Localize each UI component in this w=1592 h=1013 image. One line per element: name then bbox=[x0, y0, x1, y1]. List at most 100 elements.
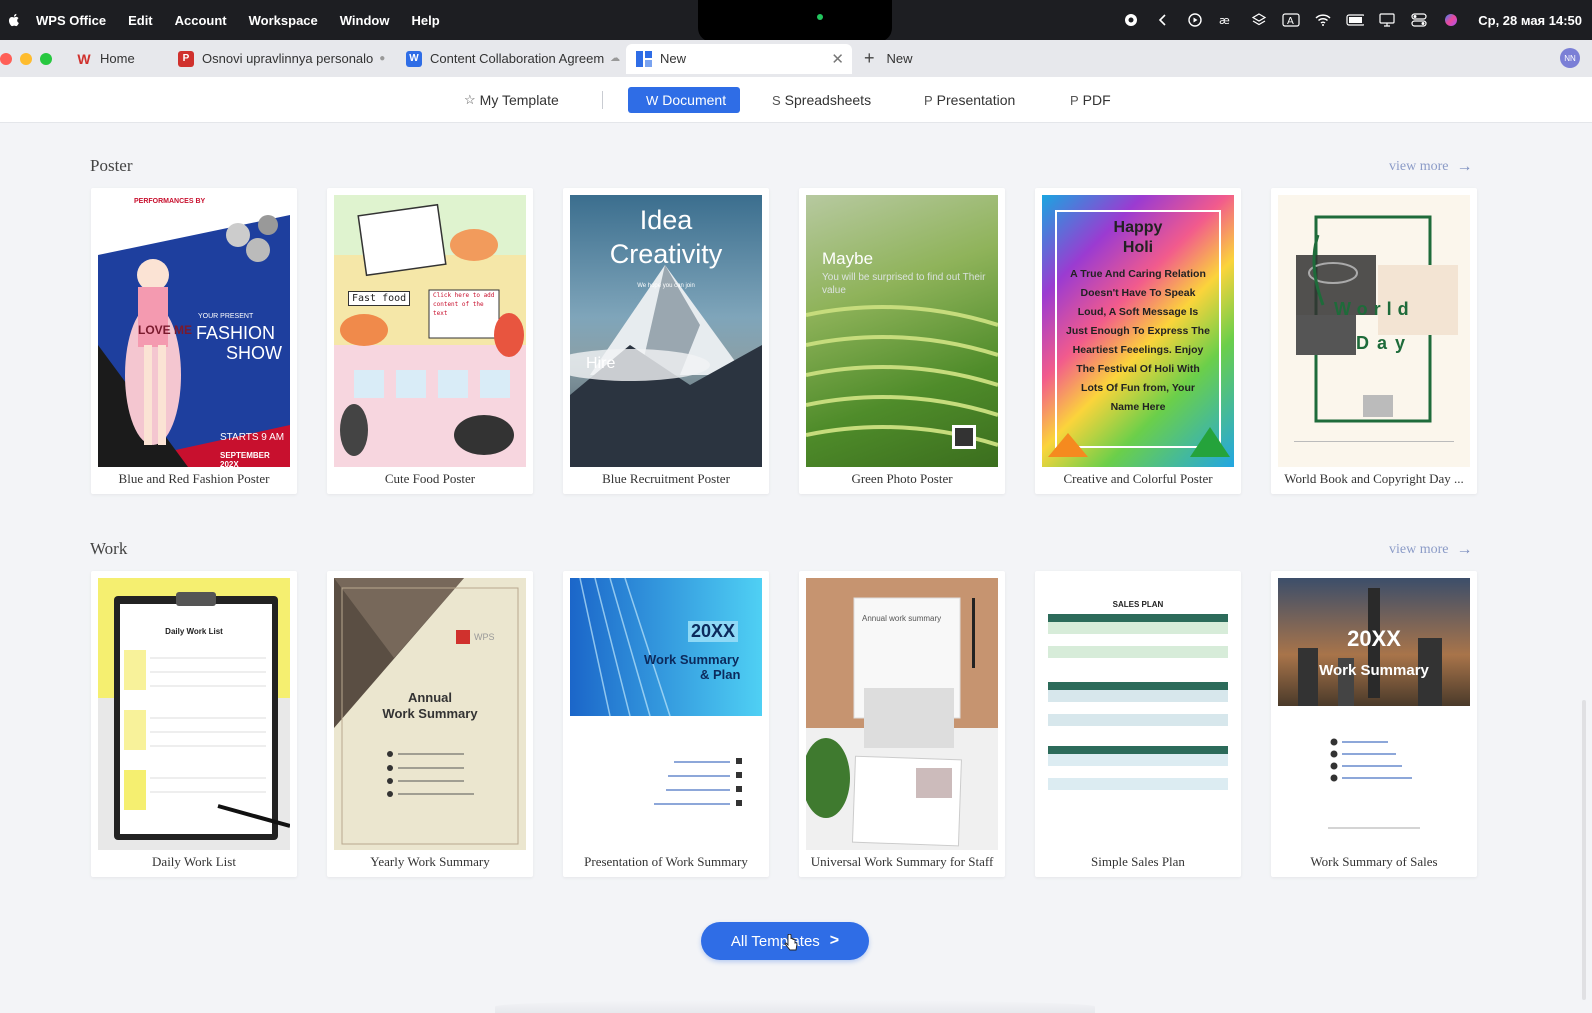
arrow-right-icon: → bbox=[1456, 541, 1473, 558]
wsales-line: Work Summary bbox=[1319, 662, 1429, 679]
template-thumbnail: PERFORMANCES BY YOUR PRESENT FASHION SHO… bbox=[98, 195, 290, 467]
poster-view-more-label: view more bbox=[1389, 159, 1449, 174]
menu-help[interactable]: Help bbox=[411, 13, 439, 28]
display-icon[interactable] bbox=[1378, 13, 1396, 27]
world-word-2: Day bbox=[1356, 333, 1414, 353]
template-thumbnail: WPS Annual Work Summary bbox=[334, 578, 526, 850]
template-card-work-summary-sales[interactable]: 20XX Work Summary Work Summary of Sales bbox=[1271, 571, 1477, 877]
menu-workspace[interactable]: Workspace bbox=[249, 13, 318, 28]
template-card-daily-work-list[interactable]: Daily Work List Daily Work List bbox=[91, 571, 297, 877]
minimize-window-button[interactable] bbox=[20, 52, 32, 65]
zoom-window-button[interactable] bbox=[40, 52, 52, 65]
category-spreadsheets[interactable]: S Spreadsheets bbox=[772, 87, 871, 113]
close-tab-icon[interactable]: ✕ bbox=[831, 50, 844, 68]
category-document[interactable]: W Document bbox=[628, 87, 740, 113]
tab-home[interactable]: W Home bbox=[66, 44, 162, 74]
tab-document-content-collaboration[interactable]: W Content Collaboration Agreem ☁ bbox=[396, 44, 620, 74]
green-sub: You will be surprised to find out Their … bbox=[822, 272, 986, 296]
poster-section-title: Poster bbox=[90, 156, 133, 175]
category-presentation-label: Presentation bbox=[936, 92, 1016, 108]
vertical-scrollbar[interactable] bbox=[1582, 700, 1586, 1000]
close-window-button[interactable] bbox=[0, 52, 12, 65]
template-card-yearly-work-summary[interactable]: WPS Annual Work Summary Yearly Work Summ… bbox=[327, 571, 533, 877]
idea-line-1: Idea bbox=[639, 205, 693, 235]
template-card-colorful-poster[interactable]: Happy Holi A True And Caring Relation Do… bbox=[1035, 188, 1241, 494]
universal-title: Annual work summary bbox=[862, 614, 942, 623]
idea-line-2: Creativity bbox=[609, 239, 723, 269]
menubar-clock[interactable]: Ср, 28 мая 14:50 bbox=[1478, 13, 1582, 28]
pdf-file-icon: P bbox=[178, 50, 194, 67]
category-spreadsheets-label: Spreadsheets bbox=[784, 92, 872, 108]
template-thumbnail: Fast food Click here to add content of t… bbox=[334, 195, 526, 467]
user-avatar[interactable]: NN bbox=[1560, 48, 1580, 68]
tab-doc2-label: Content Collaboration Agreem bbox=[430, 51, 605, 66]
fashion-title-2: SHOW bbox=[226, 343, 282, 363]
template-card-universal-work-summary[interactable]: Annual work summary Universal Work Summa… bbox=[799, 571, 1005, 877]
menu-account[interactable]: Account bbox=[175, 13, 227, 28]
category-pdf-label: PDF bbox=[1082, 92, 1111, 108]
apple-icon[interactable] bbox=[6, 12, 22, 28]
battery-icon[interactable] bbox=[1346, 13, 1365, 27]
yearly-line-1: Annual bbox=[407, 690, 453, 705]
menu-edit[interactable]: Edit bbox=[128, 13, 153, 28]
new-tab-label: New bbox=[886, 51, 913, 66]
idea-sub: We hope you can join bbox=[637, 283, 695, 289]
template-caption: Creative and Colorful Poster bbox=[1063, 471, 1213, 486]
template-caption: Daily Work List bbox=[152, 854, 236, 869]
camera-indicator-icon bbox=[817, 14, 823, 20]
template-card-fashion-poster[interactable]: PERFORMANCES BY YOUR PRESENT FASHION SHO… bbox=[91, 188, 297, 494]
fashion-present-text: YOUR PRESENT bbox=[198, 313, 254, 320]
layers-icon[interactable] bbox=[1250, 13, 1268, 27]
green-maybe: Maybe bbox=[822, 249, 874, 268]
siri-icon[interactable] bbox=[1442, 13, 1460, 27]
pres-line-1: Work Summary bbox=[644, 652, 740, 667]
cloud-icon: ☁ bbox=[610, 53, 620, 64]
category-my-template[interactable]: ☆ My Template bbox=[464, 87, 559, 113]
template-caption: Green Photo Poster bbox=[851, 471, 953, 486]
macos-menu-bar: WPS Office Edit Account Workspace Window… bbox=[0, 0, 1592, 42]
template-card-food-poster[interactable]: Fast food Click here to add content of t… bbox=[327, 188, 533, 494]
template-thumbnail: Daily Work List bbox=[98, 578, 290, 850]
category-pdf[interactable]: P PDF bbox=[1070, 87, 1111, 113]
menu-app-name[interactable]: WPS Office bbox=[36, 13, 106, 28]
tab-home-label: Home bbox=[100, 51, 135, 66]
pdf-icon: P bbox=[1070, 92, 1079, 108]
fashion-title-1: FASHION bbox=[196, 323, 276, 343]
yearly-line-2: Work Summary bbox=[382, 706, 478, 721]
tab-new[interactable]: New ✕ bbox=[626, 43, 852, 74]
poster-view-more[interactable]: view more → bbox=[1389, 158, 1472, 176]
dock-shadow bbox=[495, 1000, 1095, 1013]
category-presentation[interactable]: P Presentation bbox=[924, 87, 1015, 113]
tab-new-label: New bbox=[660, 51, 687, 66]
pres-year: 20XX bbox=[688, 621, 739, 642]
tab-document-osnovi[interactable]: P Osnovi upravlinnya personalo ● bbox=[168, 44, 390, 74]
star-icon: ☆ bbox=[464, 92, 476, 107]
tab-doc1-label: Osnovi upravlinnya personalo bbox=[202, 51, 374, 66]
template-thumbnail: 20XX Work Summary & Plan bbox=[570, 578, 762, 850]
template-caption: Cute Food Poster bbox=[384, 471, 476, 486]
template-card-green-poster[interactable]: Maybe You will be surprised to find out … bbox=[799, 188, 1005, 494]
control-center-icon[interactable] bbox=[1410, 13, 1428, 27]
play-icon[interactable] bbox=[1186, 13, 1204, 27]
daily-title: Daily Work List bbox=[165, 627, 223, 636]
template-caption: Yearly Work Summary bbox=[370, 854, 490, 869]
word-file-icon: W bbox=[406, 50, 422, 67]
template-card-presentation-work-summary[interactable]: 20XX Work Summary & Plan Presentation of… bbox=[563, 571, 769, 877]
wifi-icon[interactable] bbox=[1314, 13, 1332, 27]
input-source-icon[interactable]: A bbox=[1282, 13, 1300, 27]
category-document-label: Document bbox=[662, 92, 727, 108]
template-caption: Presentation of Work Summary bbox=[584, 854, 748, 869]
menu-window[interactable]: Window bbox=[340, 13, 390, 28]
fashion-date-text: SEPTEMBER 202X bbox=[220, 451, 270, 467]
world-word-1: World bbox=[1334, 299, 1415, 319]
template-card-recruitment-poster[interactable]: Idea Creativity We hope you can join Hir… bbox=[563, 188, 769, 494]
keyboard-layout-icon[interactable]: æ bbox=[1218, 13, 1236, 27]
chevron-left-icon[interactable] bbox=[1154, 13, 1172, 27]
plus-icon: + bbox=[864, 48, 875, 68]
new-tab-button[interactable]: + New bbox=[864, 48, 913, 69]
record-icon[interactable] bbox=[1122, 13, 1140, 27]
template-card-simple-sales-plan[interactable]: SALES PLAN Simple Sales Plan bbox=[1035, 571, 1241, 877]
template-card-world-book-poster[interactable]: World Day World Book and Copyright Day .… bbox=[1271, 188, 1477, 494]
category-divider bbox=[602, 91, 603, 109]
work-view-more[interactable]: view more → bbox=[1389, 541, 1472, 559]
